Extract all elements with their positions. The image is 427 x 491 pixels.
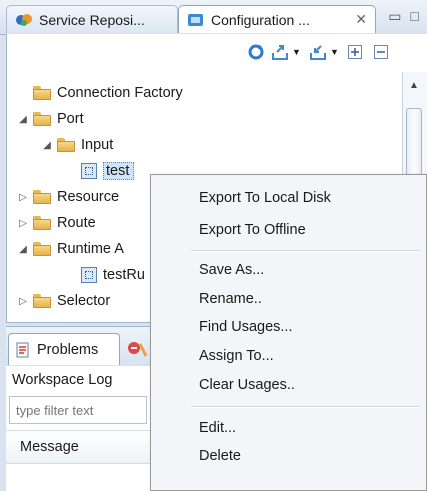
view-toolbar: ▼ ▼ bbox=[6, 34, 427, 72]
folder-icon bbox=[57, 138, 75, 152]
menu-item-assign-to[interactable]: Assign To... bbox=[199, 343, 274, 369]
config-file-icon bbox=[81, 163, 97, 179]
tab-service-repository[interactable]: Service Reposi... bbox=[6, 5, 178, 33]
folder-icon bbox=[33, 86, 51, 100]
tree-item-port[interactable]: ◢ Port bbox=[17, 108, 84, 130]
refresh-icon bbox=[248, 44, 264, 60]
menu-item-export-offline[interactable]: Export To Offline bbox=[199, 217, 306, 243]
refresh-button[interactable] bbox=[247, 42, 265, 62]
tree-item-resource[interactable]: ▷ Resource bbox=[17, 186, 119, 208]
tree-item-test[interactable]: test bbox=[81, 160, 135, 182]
chevron-down-icon: ▼ bbox=[292, 47, 301, 57]
context-menu: Export To Local Disk Export To Offline S… bbox=[150, 174, 427, 491]
collapse-all-button[interactable] bbox=[373, 42, 389, 62]
collapsed-arrow-icon[interactable]: ▷ bbox=[17, 192, 29, 203]
window-controls: ▭ □ bbox=[388, 8, 419, 25]
menu-item-export-local-disk[interactable]: Export To Local Disk bbox=[199, 185, 331, 211]
folder-icon bbox=[33, 242, 51, 256]
tree-item-label: Route bbox=[57, 215, 96, 231]
view-tab-bar: Service Reposi... Configuration ... ✕ ▭ … bbox=[0, 0, 427, 35]
close-icon[interactable]: ✕ bbox=[355, 11, 367, 28]
menu-item-delete[interactable]: Delete bbox=[199, 443, 241, 469]
menu-item-edit[interactable]: Edit... bbox=[199, 415, 236, 441]
export-icon bbox=[272, 45, 288, 60]
tree-item-label: Port bbox=[57, 111, 84, 127]
minimize-icon[interactable]: ▭ bbox=[388, 8, 401, 25]
tree-item-label: testRu bbox=[103, 267, 145, 283]
menu-item-find-usages[interactable]: Find Usages... bbox=[199, 314, 293, 340]
expanded-arrow-icon[interactable]: ◢ bbox=[17, 114, 29, 125]
column-header-label: Message bbox=[20, 439, 79, 455]
expand-all-button[interactable] bbox=[347, 42, 363, 62]
chevron-down-icon: ▼ bbox=[330, 47, 339, 57]
folder-icon bbox=[33, 294, 51, 308]
tree-item-label: Selector bbox=[57, 293, 111, 309]
problems-icon bbox=[16, 342, 29, 357]
menu-item-save-as[interactable]: Save As... bbox=[199, 257, 264, 283]
tab-configuration[interactable]: Configuration ... ✕ bbox=[178, 5, 376, 33]
tree-item-route[interactable]: ▷ Route bbox=[17, 212, 96, 234]
collapsed-arrow-icon[interactable]: ▷ bbox=[17, 296, 29, 307]
tree-item-connection-factory[interactable]: Connection Factory bbox=[17, 82, 183, 104]
tree-item-label: test bbox=[103, 162, 135, 180]
configuration-icon bbox=[188, 13, 203, 26]
tree-item-label: Input bbox=[81, 137, 114, 153]
expanded-arrow-icon[interactable]: ◢ bbox=[41, 140, 53, 151]
tab-label: Problems bbox=[37, 341, 99, 358]
tree-item-label: Runtime A bbox=[57, 241, 124, 257]
tree-item-selector[interactable]: ▷ Selector bbox=[17, 290, 110, 312]
menu-item-rename[interactable]: Rename.. bbox=[199, 286, 262, 312]
maximize-icon[interactable]: □ bbox=[411, 8, 419, 25]
collapsed-arrow-icon[interactable]: ▷ bbox=[17, 218, 29, 229]
tree-item-testru[interactable]: testRu bbox=[81, 264, 145, 286]
service-repository-icon bbox=[16, 13, 32, 26]
tab-label: Configuration ... bbox=[211, 11, 310, 28]
tab-problems[interactable]: Problems bbox=[8, 333, 120, 365]
expanded-arrow-icon[interactable]: ◢ bbox=[17, 244, 29, 255]
import-icon bbox=[310, 45, 326, 60]
folder-icon bbox=[33, 112, 51, 126]
error-log-icon bbox=[128, 342, 148, 357]
menu-separator bbox=[191, 250, 420, 252]
tree-item-label: Connection Factory bbox=[57, 85, 183, 101]
menu-item-clear-usages[interactable]: Clear Usages.. bbox=[199, 372, 295, 398]
menu-separator bbox=[191, 406, 420, 408]
tree-item-label: Resource bbox=[57, 189, 120, 205]
folder-icon bbox=[33, 190, 51, 204]
scroll-up-icon[interactable]: ▲ bbox=[409, 80, 419, 91]
scrollbar-thumb[interactable] bbox=[406, 108, 422, 178]
tree-item-runtime[interactable]: ◢ Runtime A bbox=[17, 238, 124, 260]
filter-input[interactable] bbox=[9, 396, 147, 424]
config-file-icon bbox=[81, 267, 97, 283]
expand-all-icon bbox=[348, 45, 362, 59]
export-dropdown-button[interactable]: ▼ bbox=[271, 42, 301, 62]
tree-item-input[interactable]: ◢ Input bbox=[41, 134, 113, 156]
import-dropdown-button[interactable]: ▼ bbox=[309, 42, 339, 62]
tab-label: Service Reposi... bbox=[39, 11, 145, 28]
collapse-all-icon bbox=[374, 45, 388, 59]
folder-icon bbox=[33, 216, 51, 230]
